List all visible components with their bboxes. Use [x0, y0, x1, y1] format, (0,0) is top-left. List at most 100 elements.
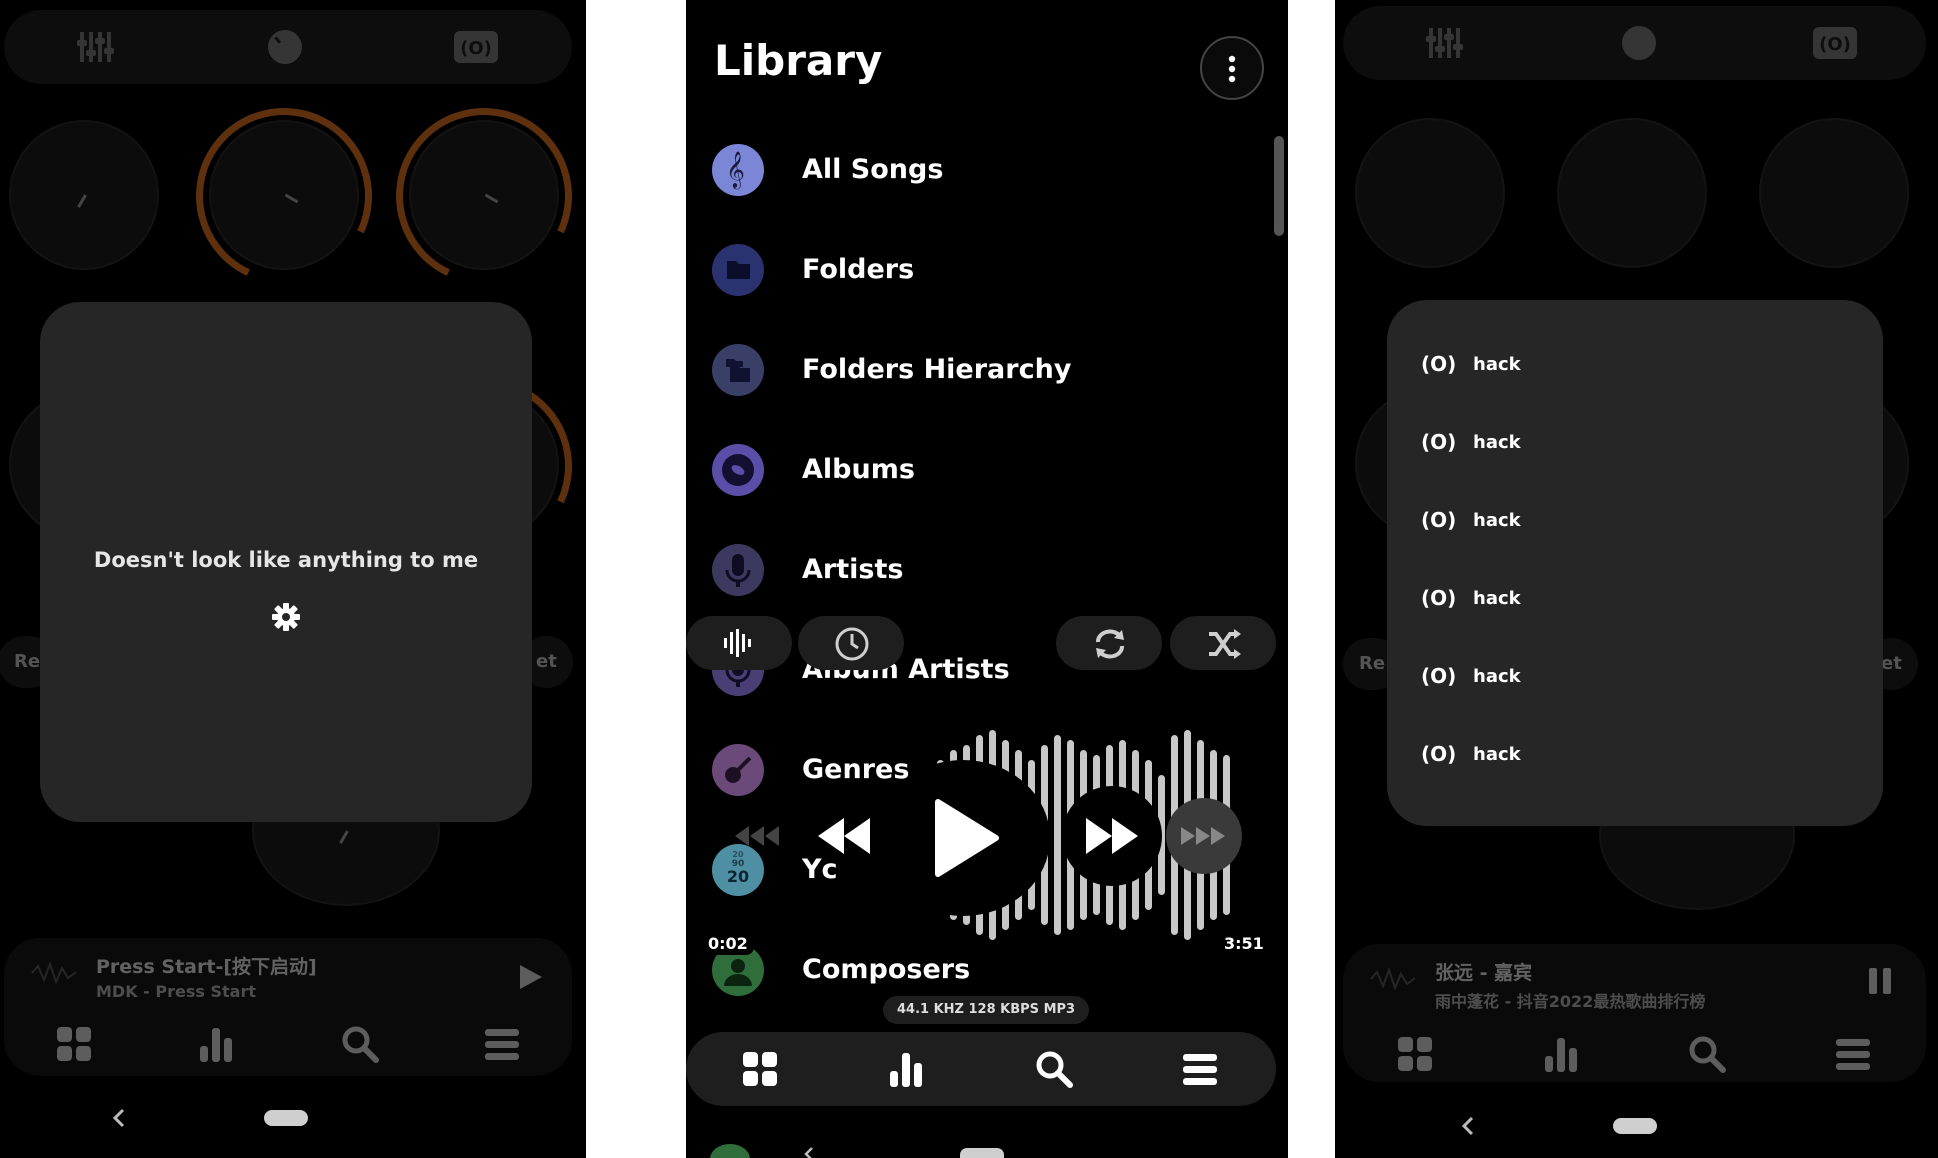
page-title: Library — [714, 36, 883, 85]
waveform-bar — [1054, 735, 1061, 935]
back-icon[interactable] — [1459, 1114, 1477, 1138]
calendar-icon: 20 90 20 — [712, 844, 764, 896]
list-item[interactable]: (O) hack — [1421, 580, 1721, 620]
track-subtitle: 雨中蓬花 - 抖音2022最热歌曲排行榜 — [1435, 992, 1706, 1011]
surround-icon: (O) — [1421, 352, 1457, 376]
knob-volume[interactable] — [1759, 118, 1909, 268]
bottom-nav — [1343, 1026, 1926, 1082]
library-item-folders[interactable]: Folders — [712, 240, 1232, 300]
knob-bass[interactable] — [9, 120, 159, 270]
visualizer-toggle[interactable] — [686, 616, 792, 670]
library-item-label: Folders — [802, 254, 915, 285]
top-toolbar: (O) — [1343, 6, 1926, 80]
folder-icon — [712, 244, 764, 296]
equalizer-icon[interactable] — [1425, 24, 1463, 62]
year-line: 20 — [726, 867, 750, 886]
preset-label: hack — [1473, 354, 1521, 375]
search-icon[interactable] — [1034, 1049, 1074, 1089]
bars-icon[interactable] — [1541, 1034, 1581, 1074]
knob-bass[interactable] — [1355, 118, 1505, 268]
list-item[interactable]: (O) hack — [1421, 736, 1721, 776]
grid-icon[interactable] — [740, 1049, 780, 1089]
play-button[interactable] — [876, 760, 1050, 916]
back-icon[interactable] — [802, 1146, 816, 1158]
surround-icon[interactable]: (O) — [1811, 24, 1859, 62]
library-item-label: All Songs — [802, 154, 944, 185]
knob-virtualizer[interactable] — [1557, 118, 1707, 268]
phone-screen-library: Library 𝄞 All Songs Folders Folders Hier… — [686, 0, 1288, 1158]
library-item-label: Artists — [802, 554, 904, 585]
mini-player[interactable]: 张远 - 嘉宾 雨中蓬花 - 抖音2022最热歌曲排行榜 — [1343, 944, 1926, 1082]
bottom-nav — [686, 1032, 1276, 1106]
system-nav — [1335, 1108, 1938, 1148]
surround-icon: (O) — [1421, 664, 1457, 688]
menu-icon[interactable] — [1833, 1034, 1873, 1074]
menu-icon[interactable] — [482, 1024, 522, 1064]
bars-icon[interactable] — [886, 1049, 926, 1089]
library-item-artists[interactable]: Artists — [712, 540, 1232, 600]
list-item[interactable]: (O) hack — [1421, 424, 1721, 464]
preset-label: hack — [1473, 666, 1521, 687]
bottom-nav — [4, 1016, 572, 1072]
shuffle-icon — [1209, 629, 1241, 659]
pause-icon[interactable] — [1867, 966, 1893, 996]
more-options-button[interactable] — [1200, 36, 1264, 100]
preset-label: hack — [1473, 744, 1521, 765]
grid-icon[interactable] — [54, 1024, 94, 1064]
triple-forward-icon — [1181, 827, 1225, 845]
repeat-button[interactable] — [1056, 616, 1162, 670]
track-title: 张远 - 嘉宾 — [1435, 962, 1533, 984]
rewind-icon[interactable] — [816, 816, 872, 856]
search-icon[interactable] — [1687, 1034, 1727, 1074]
pill-label: Re — [1359, 653, 1386, 674]
library-item-all-songs[interactable]: 𝄞 All Songs — [712, 140, 1232, 200]
scrollbar[interactable] — [1274, 136, 1284, 236]
year-line: 20 — [732, 850, 744, 859]
home-pill[interactable] — [1613, 1118, 1657, 1134]
elapsed-time: 0:02 — [702, 932, 754, 955]
list-item[interactable]: (O) hack — [1421, 346, 1721, 386]
library-item-label: Folders Hierarchy — [802, 354, 1072, 385]
equalizer-icon[interactable] — [76, 28, 114, 66]
play-icon[interactable] — [516, 962, 544, 992]
library-item-albums[interactable]: Albums — [712, 440, 1232, 500]
guitar-icon — [712, 744, 764, 796]
bars-icon[interactable] — [196, 1024, 236, 1064]
search-icon[interactable] — [340, 1024, 380, 1064]
settings-icon[interactable] — [271, 602, 301, 632]
list-item[interactable]: (O) hack — [1421, 658, 1721, 698]
sleep-timer-button[interactable] — [798, 616, 904, 670]
preset-label: hack — [1473, 510, 1521, 531]
home-pill[interactable] — [960, 1148, 1004, 1158]
knob-virtualizer[interactable] — [209, 120, 359, 270]
knob-volume[interactable] — [409, 120, 559, 270]
pill-label: Re — [14, 651, 41, 672]
fast-forward-button[interactable] — [1062, 786, 1162, 886]
library-item-label: Yc — [802, 854, 838, 885]
surround-icon: (O) — [1421, 742, 1457, 766]
fast-forward-icon — [1086, 818, 1138, 854]
mini-player[interactable]: Press Start-[按下启动] MDK - Press Start — [4, 938, 572, 1076]
waveform-thumb-icon — [1370, 967, 1416, 991]
system-nav — [0, 1100, 586, 1140]
back-icon[interactable] — [110, 1106, 128, 1130]
preset-list-dialog: (O) hack (O) hack (O) hack (O) hack (O) hack … — [1387, 300, 1883, 826]
list-item[interactable]: (O) hack — [1421, 502, 1721, 542]
phone-screen-presets: (O) Re et 张远 - 嘉宾 雨中蓬花 - 抖音2022最热歌曲排行榜 (… — [1335, 0, 1938, 1158]
knob-icon[interactable] — [266, 28, 304, 66]
grid-icon[interactable] — [1395, 1034, 1435, 1074]
play-icon — [935, 799, 999, 877]
svg-text:(O): (O) — [1819, 34, 1851, 55]
surround-icon[interactable]: (O) — [452, 28, 500, 66]
library-item-folders-hierarchy[interactable]: Folders Hierarchy — [712, 340, 1232, 400]
microphone-icon — [712, 544, 764, 596]
empty-state-dialog: Doesn't look like anything to me — [40, 302, 532, 822]
shuffle-button[interactable] — [1170, 616, 1276, 670]
library-item-composers[interactable]: Composers — [712, 940, 1232, 1000]
knob-icon[interactable] — [1620, 24, 1658, 62]
skip-next-button[interactable] — [1166, 798, 1242, 874]
surround-icon: (O) — [1421, 508, 1457, 532]
home-pill[interactable] — [264, 1110, 308, 1126]
library-item-label: Genres — [802, 754, 910, 785]
menu-icon[interactable] — [1180, 1049, 1220, 1089]
